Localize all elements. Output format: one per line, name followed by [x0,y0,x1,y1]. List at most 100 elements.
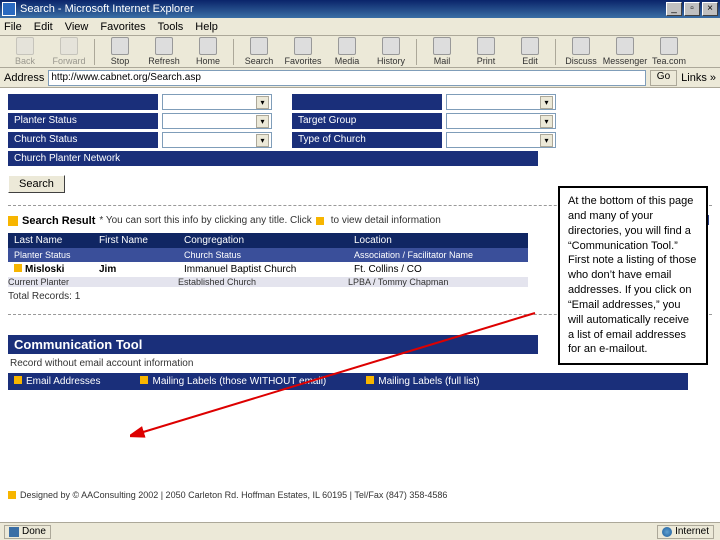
comm-links-bar: Email Addresses Mailing Labels (those WI… [8,373,688,390]
globe-icon [662,527,672,537]
page-content: ▾ ▾ Planter Status ▾ Target Group ▾ Chur… [0,88,720,518]
menubar: File Edit View Favorites Tools Help [0,18,720,36]
chevron-down-icon: ▾ [540,134,553,147]
messenger-icon [616,37,634,55]
menu-file[interactable]: File [4,21,22,33]
cell-lastname: Misloski [25,264,64,275]
stop-button[interactable]: Stop [99,37,141,66]
favorites-button[interactable]: Favorites [282,37,324,66]
status-bar: Done Internet [0,522,720,540]
discuss-icon [572,37,590,55]
col-church-status: Church Status [178,248,348,262]
network-label: Church Planter Network [8,151,538,166]
print-button[interactable]: Print [465,37,507,66]
separator [94,39,95,65]
bullet-icon [14,264,22,272]
menu-favorites[interactable]: Favorites [100,21,145,33]
search-filters: ▾ ▾ Planter Status ▾ Target Group ▾ Chur… [8,94,712,166]
bullet-icon [140,376,148,384]
history-button[interactable]: History [370,37,412,66]
menu-help[interactable]: Help [195,21,218,33]
chevron-down-icon: ▾ [256,134,269,147]
separator [555,39,556,65]
discuss-button[interactable]: Discuss [560,37,602,66]
chevron-down-icon: ▾ [256,96,269,109]
col-firstname[interactable]: First Name [93,233,178,248]
bullet-icon [14,376,22,384]
tea-button[interactable]: Tea.com [648,37,690,66]
go-button[interactable]: Go [650,70,677,86]
cell-location: Ft. Collins / CO [348,262,528,277]
edit-icon [521,37,539,55]
forward-button[interactable]: Forward [48,37,90,66]
mail-button[interactable]: Mail [421,37,463,66]
church-status-select[interactable]: ▾ [162,132,272,148]
type-church-select[interactable]: ▾ [446,132,556,148]
search-button[interactable]: Search [8,175,65,193]
home-button[interactable]: Home [187,37,229,66]
col-congregation[interactable]: Congregation [178,233,348,248]
bullet-icon [8,216,18,226]
col-location[interactable]: Location [348,233,528,248]
separator [233,39,234,65]
result-label: Search Result [22,215,95,227]
filter-label [292,94,442,110]
window-title: Search - Microsoft Internet Explorer [20,3,194,15]
table-subrow: Current Planter Established Church LPBA … [8,277,528,287]
close-button[interactable]: × [702,2,718,16]
address-label: Address [4,72,44,84]
table-row[interactable]: Misloski Jim Immanuel Baptist Church Ft.… [8,262,528,277]
address-bar: Address Go Links » [0,68,720,88]
ie-icon [2,2,16,16]
table-header: Last Name First Name Congregation Locati… [8,233,528,248]
tea-icon [660,37,678,55]
mail-icon [433,37,451,55]
planter-status-select[interactable]: ▾ [162,113,272,129]
refresh-icon [155,37,173,55]
menu-edit[interactable]: Edit [34,21,53,33]
comm-tool-header: Communication Tool [8,335,538,354]
col-assoc: Association / Facilitator Name [348,248,528,262]
status-done: Done [4,525,51,539]
maximize-button[interactable]: ▫ [684,2,700,16]
address-input[interactable] [48,70,645,86]
mailing-labels-noemail-link[interactable]: Mailing Labels (those WITHOUT email) [140,376,326,387]
media-button[interactable]: Media [326,37,368,66]
search-toolbtn[interactable]: Search [238,37,280,66]
stop-icon [111,37,129,55]
target-group-label: Target Group [292,113,442,129]
bullet-icon [8,491,16,499]
ie-icon [9,527,19,537]
status-zone: Internet [657,525,714,539]
forward-icon [60,37,78,55]
col-lastname[interactable]: Last Name [8,233,93,248]
favorites-icon [294,37,312,55]
cell-assoc: LPBA / Tommy Chapman [348,277,528,287]
back-button[interactable]: Back [4,37,46,66]
target-group-select[interactable]: ▾ [446,113,556,129]
minimize-button[interactable]: _ [666,2,682,16]
messenger-button[interactable]: Messenger [604,37,646,66]
filter-select[interactable]: ▾ [162,94,272,110]
toolbar: Back Forward Stop Refresh Home Search Fa… [0,36,720,68]
links-label[interactable]: Links » [681,72,716,84]
church-status-label: Church Status [8,132,158,148]
chevron-down-icon: ▾ [540,115,553,128]
edit-button[interactable]: Edit [509,37,551,66]
menu-view[interactable]: View [65,21,89,33]
menu-tools[interactable]: Tools [158,21,184,33]
history-icon [382,37,400,55]
sort-hint2: to view detail information [331,215,441,226]
annotation-callout: At the bottom of this page and many of y… [558,186,708,365]
chevron-down-icon: ▾ [540,96,553,109]
refresh-button[interactable]: Refresh [143,37,185,66]
filter-label [8,94,158,110]
bullet-icon [366,376,374,384]
filter-select[interactable]: ▾ [446,94,556,110]
cell-planter-status: Current Planter [8,277,93,287]
type-church-label: Type of Church [292,132,442,148]
cell-church-status: Established Church [178,277,348,287]
email-addresses-link[interactable]: Email Addresses [14,376,100,387]
mailing-labels-full-link[interactable]: Mailing Labels (full list) [366,376,479,387]
back-icon [16,37,34,55]
